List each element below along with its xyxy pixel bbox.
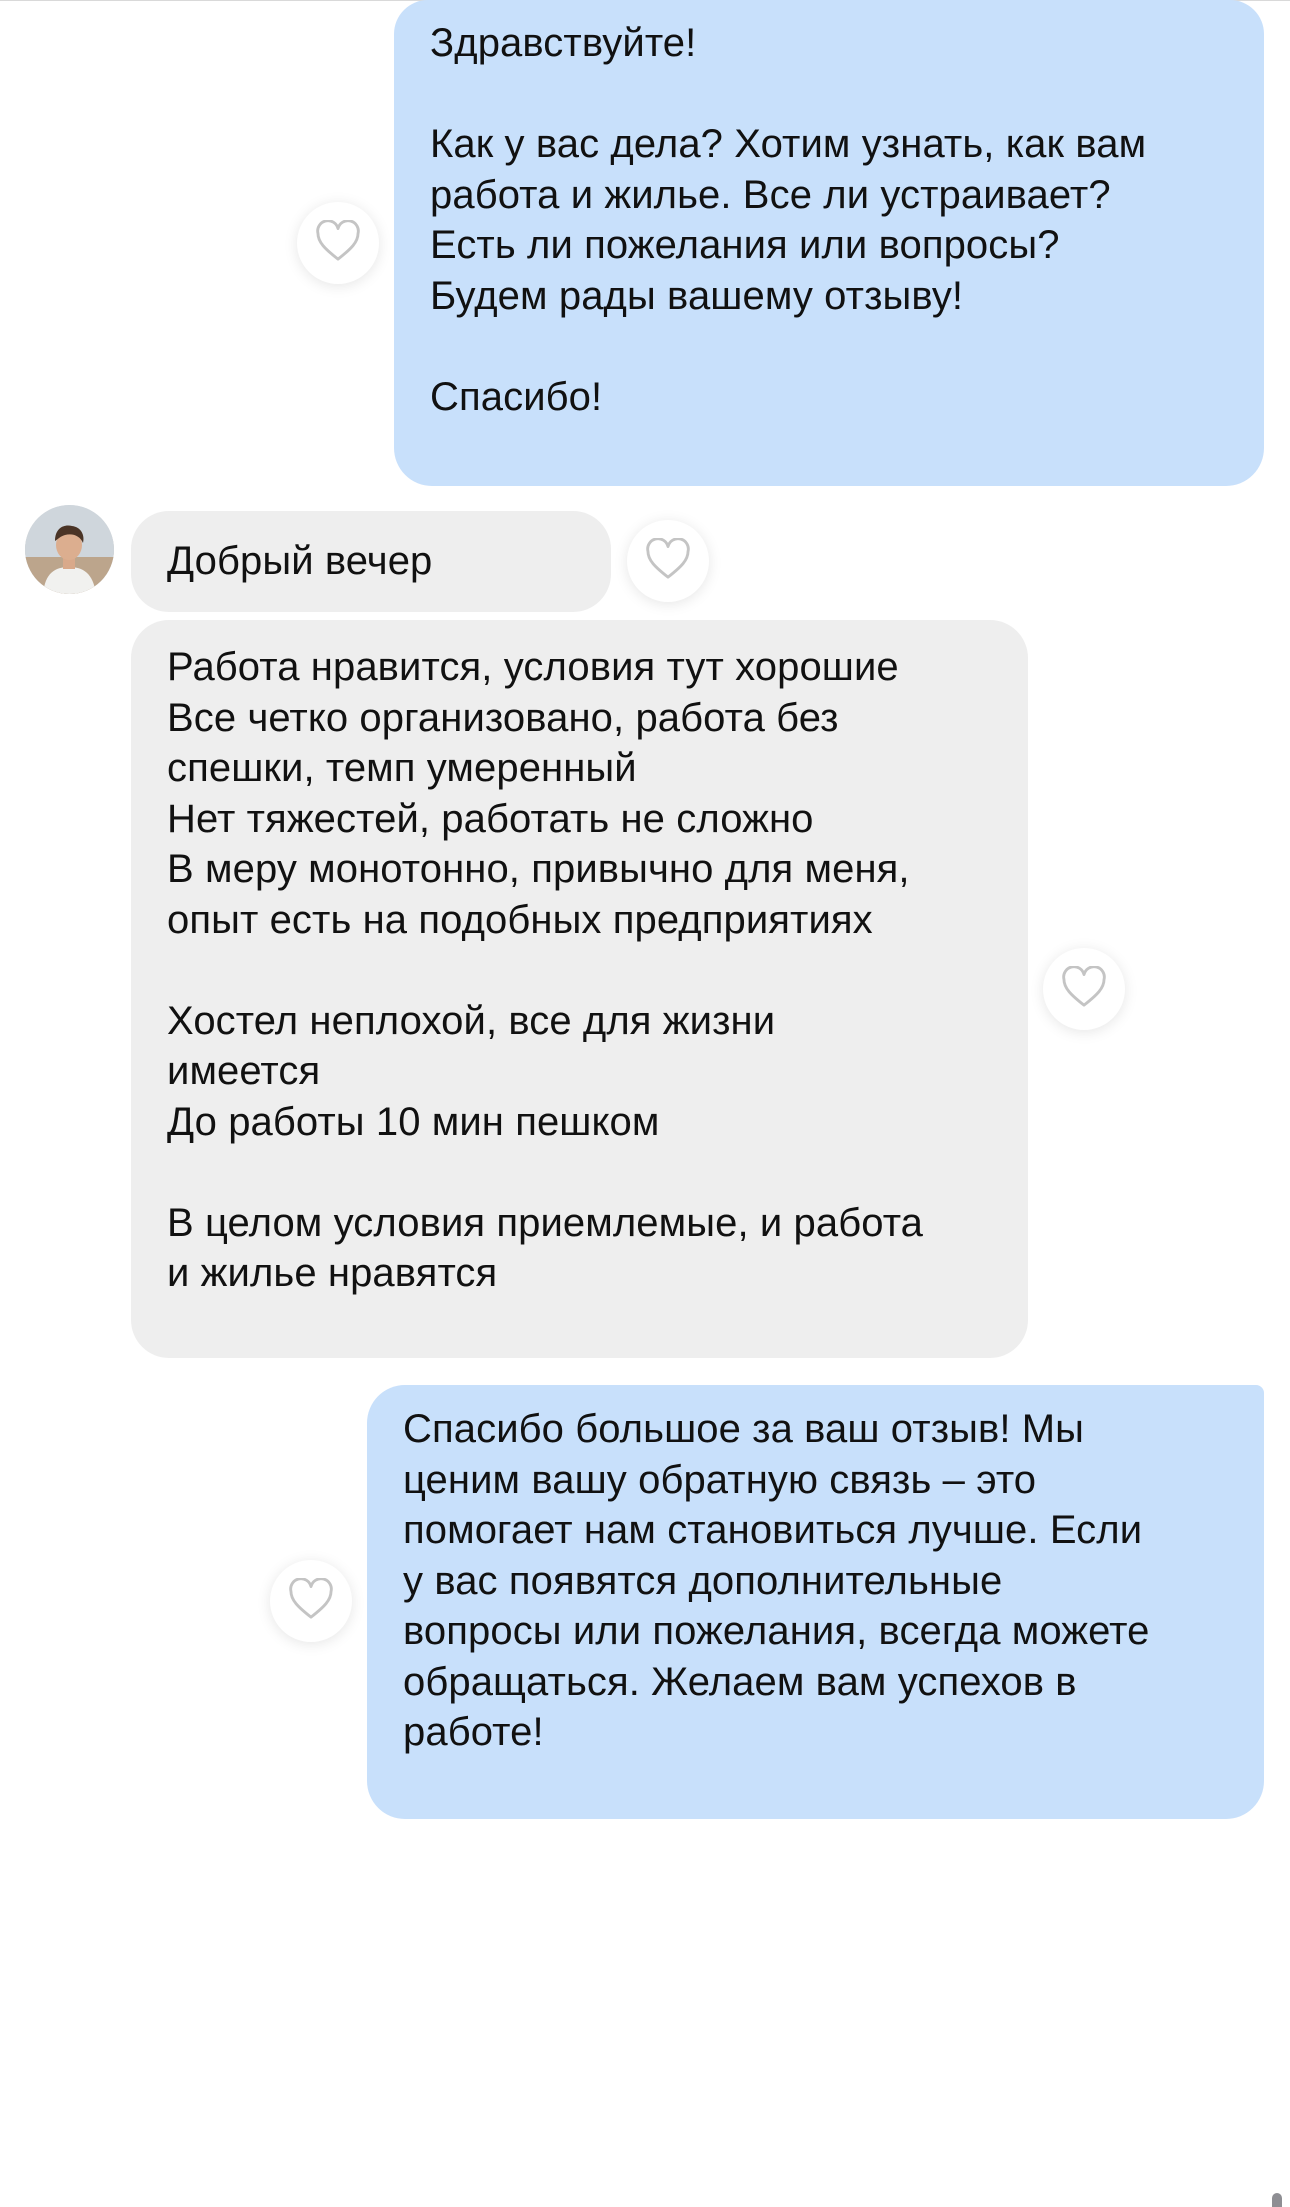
like-button[interactable]: [1043, 948, 1125, 1030]
message-bubble-incoming[interactable]: Добрый вечер: [131, 511, 611, 612]
avatar-photo: [25, 505, 114, 594]
like-button[interactable]: [627, 520, 709, 602]
heart-outline-icon: [1061, 964, 1107, 1013]
heart-outline-icon: [645, 536, 691, 585]
message-bubble-outgoing[interactable]: Здравствуйте! Как у вас дела? Хотим узна…: [394, 0, 1264, 486]
heart-outline-icon: [288, 1576, 334, 1625]
scrollbar-thumb[interactable]: [1272, 2193, 1282, 2207]
heart-outline-icon: [315, 218, 361, 267]
avatar[interactable]: [25, 505, 114, 594]
message-bubble-outgoing[interactable]: Спасибо большое за ваш отзыв! Мы ценим в…: [367, 1385, 1264, 1819]
like-button[interactable]: [270, 1560, 352, 1642]
message-bubble-incoming[interactable]: Работа нравится, условия тут хорошие Все…: [131, 620, 1028, 1358]
like-button[interactable]: [297, 202, 379, 284]
